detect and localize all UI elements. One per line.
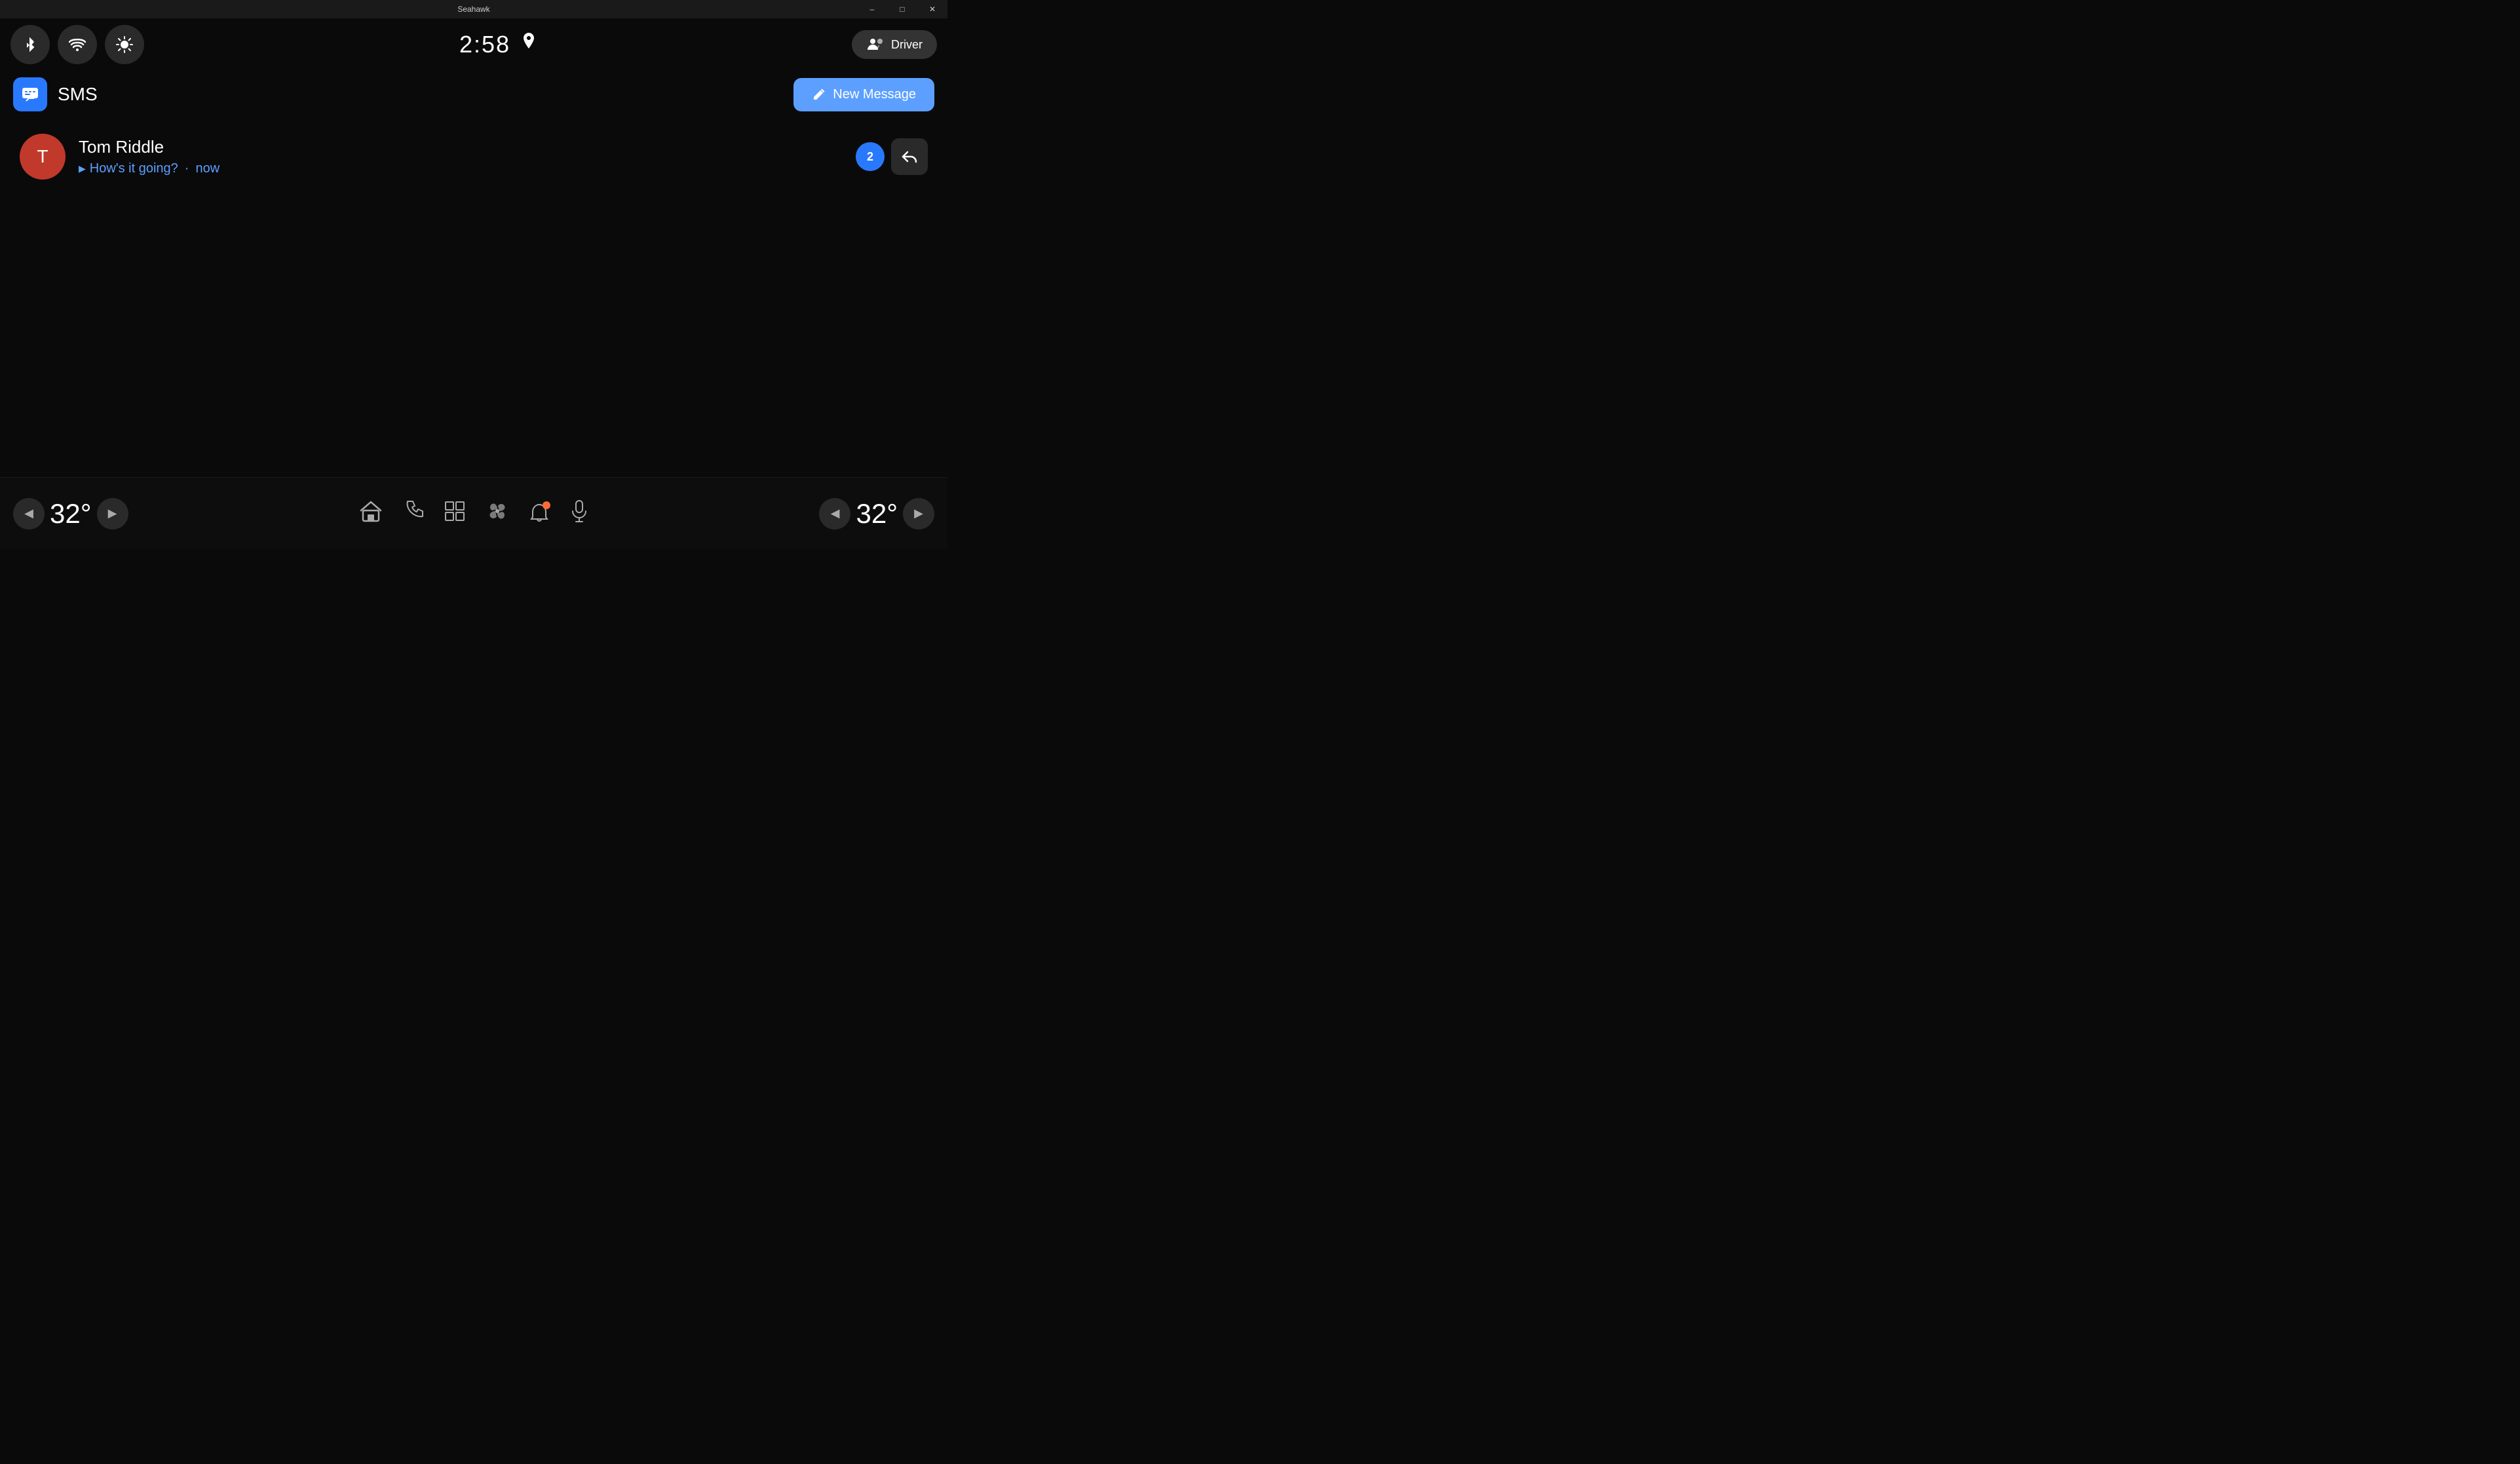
temp-right-next-button[interactable]: ▶: [903, 498, 934, 530]
app-title: SMS: [58, 84, 793, 105]
message-actions: 2: [856, 138, 928, 175]
driver-button[interactable]: Driver: [852, 30, 937, 59]
status-left-icons: [10, 25, 144, 64]
message-content: Tom Riddle ▶ How's it going? · now: [79, 137, 856, 176]
brightness-button[interactable]: [105, 25, 144, 64]
wifi-button[interactable]: [58, 25, 97, 64]
right-temperature: 32°: [856, 498, 898, 530]
contact-avatar: T: [20, 134, 66, 180]
separator: ·: [185, 161, 189, 176]
reply-button[interactable]: [891, 138, 928, 175]
clock-display: 2:58: [459, 31, 510, 58]
message-item[interactable]: T Tom Riddle ▶ How's it going? · now 2: [13, 125, 934, 189]
window-controls: – □ ✕: [857, 0, 947, 18]
grid-button[interactable]: [444, 501, 465, 527]
bottom-center-nav: [244, 499, 704, 528]
bottom-bar: ◀ 32° ▶: [0, 477, 947, 549]
notification-dot: [543, 501, 550, 509]
title-bar: Seahawk – □ ✕: [0, 0, 947, 18]
close-button[interactable]: ✕: [917, 0, 947, 18]
status-center: 2:58: [144, 31, 852, 58]
new-message-label: New Message: [833, 87, 916, 102]
bottom-left: ◀ 32° ▶: [13, 498, 244, 530]
status-bar: 2:58 Driver: [0, 18, 947, 71]
unread-badge: 2: [856, 142, 885, 171]
preview-text: How's it going?: [90, 161, 178, 176]
home-button[interactable]: [359, 500, 383, 528]
window-title: Seahawk: [457, 5, 489, 14]
fan-button[interactable]: [486, 500, 508, 528]
driver-label: Driver: [891, 38, 923, 52]
bottom-right: ◀ 32° ▶: [704, 498, 935, 530]
play-icon: ▶: [79, 163, 86, 174]
phone-button[interactable]: [404, 500, 423, 528]
location-icon: [521, 33, 537, 57]
bluetooth-button[interactable]: [10, 25, 50, 64]
app-header: SMS New Message: [0, 71, 947, 118]
new-message-button[interactable]: New Message: [793, 78, 934, 111]
message-preview: ▶ How's it going? · now: [79, 161, 856, 176]
contact-name: Tom Riddle: [79, 137, 856, 157]
temp-right-prev-button[interactable]: ◀: [819, 498, 850, 530]
temp-left-next-button[interactable]: ▶: [97, 498, 128, 530]
mic-button[interactable]: [570, 499, 588, 528]
message-time: now: [195, 161, 220, 176]
status-right: Driver: [852, 30, 937, 59]
minimize-button[interactable]: –: [857, 0, 887, 18]
maximize-button[interactable]: □: [887, 0, 917, 18]
notifications-button[interactable]: [529, 503, 549, 525]
temp-left-prev-button[interactable]: ◀: [13, 498, 45, 530]
left-temperature: 32°: [50, 498, 92, 530]
message-list: T Tom Riddle ▶ How's it going? · now 2: [0, 118, 947, 195]
sms-app-icon: [13, 77, 47, 111]
